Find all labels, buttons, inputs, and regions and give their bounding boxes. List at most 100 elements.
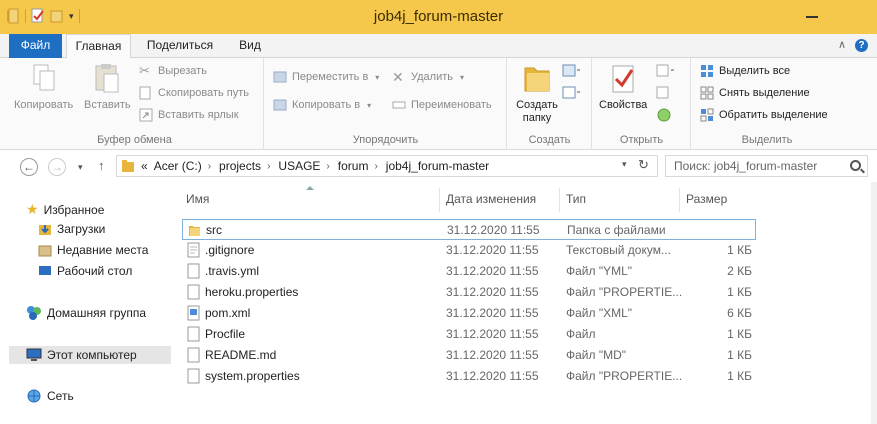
search-input[interactable]: Поиск: job4j_forum-master (665, 155, 868, 177)
file-date: 31.12.2020 11:55 (446, 348, 539, 362)
rename-button[interactable]: Переименовать (392, 98, 492, 112)
new-folder-icon (524, 67, 550, 92)
table-row[interactable]: .travis.yml 31.12.2020 11:55 Файл "YML" 2 К… (182, 261, 756, 282)
chevron-right-icon[interactable]: › (208, 161, 211, 172)
select-none-button[interactable]: Снять выделение (700, 86, 810, 100)
table-row[interactable]: README.md 31.12.2020 11:55 Файл "MD" 1 КБ (182, 345, 756, 366)
file-icon (187, 368, 200, 384)
column-divider[interactable] (559, 188, 560, 212)
move-to-button[interactable]: Переместить в ▾ (273, 70, 379, 84)
file-type: Файл "YML" (566, 264, 633, 278)
nav-network[interactable]: Сеть (26, 388, 74, 404)
table-row[interactable]: system.properties 31.12.2020 11:55 Файл "P… (182, 366, 756, 387)
file-type: Папка с файлами (567, 223, 666, 237)
delete-button[interactable]: ✕ Удалить ▾ (392, 70, 464, 84)
nav-favorites[interactable]: ★ Избранное (26, 201, 104, 218)
organize-group-label: Упорядочить (352, 134, 419, 146)
breadcrumb-forum[interactable]: forum (338, 159, 369, 173)
forward-button[interactable]: → (48, 158, 66, 176)
nav-recent-places[interactable]: Недавние места (38, 243, 148, 257)
new-item-icon[interactable] (562, 64, 582, 78)
file-date: 31.12.2020 11:55 (446, 264, 539, 278)
breadcrumb-drive[interactable]: Acer (C:) (154, 159, 202, 173)
copy-button[interactable]: Копировать (14, 62, 73, 112)
clipboard-group: Копировать Вставить ✂ Вырезать Скопирова… (6, 58, 264, 150)
column-divider[interactable] (439, 188, 440, 212)
properties-icon (612, 65, 634, 93)
help-icon[interactable]: ? (855, 39, 868, 52)
file-name: system.properties (205, 369, 300, 383)
file-date: 31.12.2020 11:55 (446, 243, 539, 257)
file-name: .gitignore (205, 243, 255, 257)
search-icon[interactable] (850, 160, 863, 173)
nav-downloads[interactable]: Загрузки (38, 222, 105, 236)
column-divider[interactable] (679, 188, 680, 212)
sort-arrow-icon (306, 186, 314, 190)
ribbon-tabs: Файл Главная Поделиться Вид ∧ ? (0, 34, 877, 59)
select-group-label: Выделить (741, 134, 793, 146)
minimize-button[interactable] (806, 9, 820, 18)
select-all-button[interactable]: Выделить все (700, 64, 790, 78)
address-dropdown-icon[interactable]: ▾ (622, 159, 627, 170)
navigation-pane: ★ Избранное Загрузки Недавние места Рабо… (0, 182, 172, 424)
properties-button[interactable]: Свойства (599, 62, 647, 112)
nav-homegroup[interactable]: Домашняя группа (26, 305, 146, 321)
table-row[interactable]: src 31.12.2020 11:55 Папка с файлами (182, 219, 756, 240)
chevron-right-icon[interactable]: › (267, 161, 270, 172)
collapse-ribbon-icon[interactable]: ∧ (838, 38, 846, 51)
tab-view[interactable]: Вид (230, 34, 270, 58)
nav-this-pc[interactable]: Этот компьютер (9, 346, 171, 364)
tab-share[interactable]: Поделиться (140, 34, 220, 58)
table-row[interactable]: Procfile 31.12.2020 11:55 Файл 1 КБ (182, 324, 756, 345)
edit-icon[interactable] (656, 86, 672, 100)
open-icon[interactable] (656, 64, 676, 78)
file-name: .travis.yml (205, 264, 259, 278)
tab-home[interactable]: Главная (66, 34, 131, 59)
up-button[interactable]: ↑ (98, 158, 105, 173)
paste-shortcut-button[interactable]: Вставить ярлык (139, 108, 239, 122)
scissors-icon: ✂ (139, 63, 150, 78)
clipboard-group-label: Буфер обмена (97, 134, 172, 146)
shortcut-icon (139, 108, 153, 122)
history-icon[interactable] (656, 108, 672, 122)
table-row[interactable]: pom.xml 31.12.2020 11:55 Файл "XML" 6 КБ (182, 303, 756, 324)
column-date[interactable]: Дата изменения (446, 192, 536, 206)
table-row[interactable]: heroku.properties 31.12.2020 11:55 Файл "P… (182, 282, 756, 303)
paste-button[interactable]: Вставить (84, 62, 131, 112)
file-date: 31.12.2020 11:55 (446, 285, 539, 299)
folder-icon (189, 226, 200, 236)
easy-access-icon[interactable] (562, 86, 582, 100)
nav-desktop[interactable]: Рабочий стол (38, 264, 132, 278)
cut-button[interactable]: ✂ Вырезать (139, 64, 207, 78)
refresh-icon[interactable]: ↻ (638, 157, 649, 173)
column-size[interactable]: Размер (686, 192, 727, 206)
homegroup-icon (27, 306, 41, 320)
chevron-right-icon[interactable]: › (326, 161, 329, 172)
copy-path-button[interactable]: Скопировать путь (139, 86, 249, 100)
column-type[interactable]: Тип (566, 192, 586, 206)
breadcrumb-current[interactable]: job4j_forum-master (386, 159, 489, 173)
file-name: README.md (205, 348, 277, 362)
file-date: 31.12.2020 11:55 (446, 327, 539, 341)
tab-file[interactable]: Файл (9, 34, 62, 58)
address-overflow[interactable]: « (141, 159, 148, 173)
recent-locations-icon[interactable]: ▾ (78, 162, 83, 173)
file-size: 1 КБ (727, 243, 752, 257)
back-button[interactable]: ← (20, 158, 38, 176)
copy-to-button[interactable]: Копировать в ▾ (273, 98, 371, 112)
file-size: 1 КБ (727, 327, 752, 341)
file-size: 1 КБ (727, 285, 752, 299)
star-icon: ★ (26, 201, 39, 217)
breadcrumb-usage[interactable]: USAGE (278, 159, 320, 173)
new-folder-button[interactable]: Создать папку (513, 62, 561, 125)
invert-selection-button[interactable]: Обратить выделение (700, 108, 828, 122)
scrollbar[interactable] (871, 182, 877, 424)
address-bar[interactable]: « Acer (C:) › projects › USAGE › forum › job… (116, 155, 658, 177)
breadcrumb-projects[interactable]: projects (219, 159, 261, 173)
title-bar: ▾ job4j_forum-master (0, 0, 877, 34)
organize-group: Переместить в ▾ Копировать в ▾ ✕ Удалить ▾ … (265, 58, 507, 150)
column-name[interactable]: Имя (186, 192, 209, 206)
table-row[interactable]: .gitignore 31.12.2020 11:55 Текстовый доку… (182, 240, 756, 261)
chevron-right-icon[interactable]: › (374, 161, 377, 172)
file-date: 31.12.2020 11:55 (447, 223, 540, 237)
